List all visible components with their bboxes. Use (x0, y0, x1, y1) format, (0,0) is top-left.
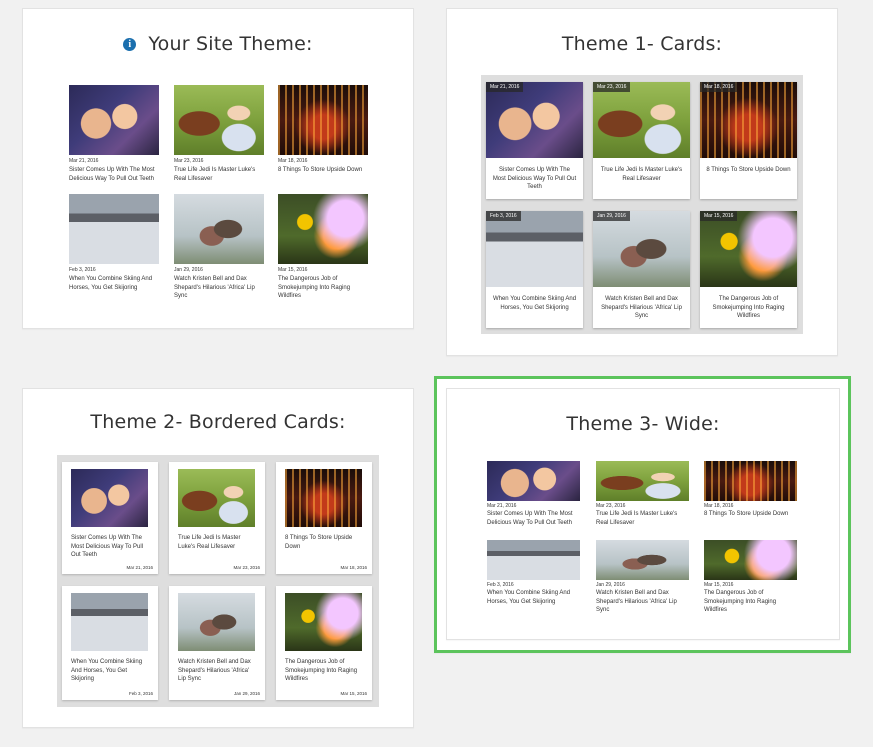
bordered-image-3 (71, 593, 148, 651)
wide-title-5[interactable]: The Dangerous Job of Smokejumping Into R… (704, 589, 799, 615)
wide-title-3[interactable]: When You Combine Skiing And Horses, You … (487, 589, 582, 606)
bordered-image-5 (285, 593, 362, 651)
bordered-title-2: 8 Things To Store Upside Down (285, 535, 353, 550)
post-title-0[interactable]: Sister Comes Up With The Most Delicious … (69, 166, 161, 183)
bordered-card-0[interactable]: Sister Comes Up With The Most Delicious … (62, 462, 158, 574)
theme-bordered-panel[interactable]: Theme 2- Bordered Cards: Sister Comes Up… (22, 388, 414, 728)
post-date-4: Jan 29, 2016 (174, 267, 203, 273)
bordered-date-5: Mar 15, 2016 (340, 691, 367, 696)
bordered-title-3: When You Combine Skiing And Horses, You … (71, 659, 143, 682)
info-icon: i (123, 38, 137, 51)
wide-image-1[interactable] (596, 461, 689, 501)
bordered-title-5: The Dangerous Job of Smokejumping Into R… (285, 659, 358, 682)
wide-image-4[interactable] (596, 540, 689, 580)
bordered-card-4[interactable]: Watch Kristen Bell and Dax Shepard's Hil… (169, 586, 265, 700)
site-theme-panel[interactable]: i Your Site Theme: Mar 21, 2016 Sister Co… (22, 8, 414, 329)
post-title-3[interactable]: When You Combine Skiing And Horses, You … (69, 275, 161, 292)
post-date-5: Mar 15, 2016 (278, 267, 308, 273)
card-image-4 (593, 211, 690, 287)
bordered-image-4 (178, 593, 255, 651)
bordered-card-3[interactable]: When You Combine Skiing And Horses, You … (62, 586, 158, 700)
bordered-card-1[interactable]: True Life Jedi Is Master Luke's Real Lif… (169, 462, 265, 574)
theme-bordered-title: Theme 2- Bordered Cards: (90, 411, 346, 433)
wide-image-0[interactable] (487, 461, 580, 501)
theme-wide-inner: Theme 3- Wide: Mar 21, 2016 Sister Comes… (446, 388, 840, 640)
wide-date-5: Mar 15, 2016 (704, 582, 734, 588)
card-image-1 (593, 82, 690, 158)
post-image-4[interactable] (174, 194, 264, 264)
cards-preview: Mar 21, 2016 Sister Comes Up With The Mo… (481, 75, 803, 334)
card-date-5: Mar 15, 2016 (700, 211, 738, 221)
card-title-5: The Dangerous Job of Smokejumping Into R… (712, 296, 785, 319)
wide-date-3: Feb 3, 2016 (487, 582, 514, 588)
wide-image-5[interactable] (704, 540, 797, 580)
card-title-2: 8 Things To Store Upside Down (706, 167, 791, 173)
card-4[interactable]: Jan 29, 2016 Watch Kristen Bell and Dax … (593, 211, 690, 328)
card-date-1: Mar 23, 2016 (593, 82, 631, 92)
bordered-image-1 (178, 469, 255, 527)
card-image-3 (486, 211, 583, 287)
card-date-0: Mar 21, 2016 (486, 82, 524, 92)
post-date-1: Mar 23, 2016 (174, 158, 204, 164)
card-date-2: Mar 18, 2016 (700, 82, 738, 92)
bordered-image-0 (71, 469, 148, 527)
wide-image-2[interactable] (704, 461, 797, 501)
card-title-0: Sister Comes Up With The Most Delicious … (492, 167, 577, 190)
wide-date-0: Mar 21, 2016 (487, 503, 517, 509)
bordered-card-5[interactable]: The Dangerous Job of Smokejumping Into R… (276, 586, 372, 700)
bordered-title-1: True Life Jedi Is Master Luke's Real Lif… (178, 535, 241, 550)
wide-date-1: Mar 23, 2016 (596, 503, 626, 509)
post-image-5[interactable] (278, 194, 368, 264)
wide-title-4[interactable]: Watch Kristen Bell and Dax Shepard's Hil… (596, 589, 691, 615)
post-date-2: Mar 18, 2016 (278, 158, 308, 164)
bordered-title-4: Watch Kristen Bell and Dax Shepard's Hil… (178, 659, 251, 682)
post-title-2[interactable]: 8 Things To Store Upside Down (278, 166, 370, 175)
theme-cards-title: Theme 1- Cards: (561, 33, 723, 55)
wide-title-0[interactable]: Sister Comes Up With The Most Delicious … (487, 510, 582, 527)
bordered-image-2 (285, 469, 362, 527)
bordered-date-3: Feb 3, 2016 (128, 691, 153, 696)
bordered-date-1: Mar 23, 2016 (233, 565, 260, 570)
bordered-card-2[interactable]: 8 Things To Store Upside Down Mar 18, 20… (276, 462, 372, 574)
card-3[interactable]: Feb 3, 2016 When You Combine Skiing And … (486, 211, 583, 328)
wide-image-3[interactable] (487, 540, 580, 580)
bordered-preview: Sister Comes Up With The Most Delicious … (57, 455, 379, 707)
card-date-4: Jan 29, 2016 (593, 211, 630, 221)
card-date-3: Feb 3, 2016 (486, 211, 521, 221)
bordered-date-4: Jan 29, 2016 (233, 691, 260, 696)
theme-wide-panel-selected[interactable]: Theme 3- Wide: Mar 21, 2016 Sister Comes… (434, 376, 851, 653)
wide-date-2: Mar 18, 2016 (704, 503, 734, 509)
bordered-date-0: Mar 21, 2016 (126, 565, 153, 570)
post-image-1[interactable] (174, 85, 264, 155)
card-image-2 (700, 82, 797, 158)
post-date-3: Feb 3, 2016 (69, 267, 96, 273)
wide-date-4: Jan 29, 2016 (596, 582, 625, 588)
card-5[interactable]: Mar 15, 2016 The Dangerous Job of Smokej… (700, 211, 797, 328)
card-image-5 (700, 211, 797, 287)
theme-wide-title: Theme 3- Wide: (566, 413, 720, 435)
post-image-2[interactable] (278, 85, 368, 155)
bordered-date-2: Mar 18, 2016 (340, 565, 367, 570)
card-1[interactable]: Mar 23, 2016 True Life Jedi Is Master Lu… (593, 82, 690, 199)
post-title-1[interactable]: True Life Jedi Is Master Luke's Real Lif… (174, 166, 266, 183)
card-0[interactable]: Mar 21, 2016 Sister Comes Up With The Mo… (486, 82, 583, 199)
theme-cards-panel[interactable]: Theme 1- Cards: Mar 21, 2016 Sister Come… (446, 8, 838, 356)
card-image-0 (486, 82, 583, 158)
card-2[interactable]: Mar 18, 2016 8 Things To Store Upside Do… (700, 82, 797, 199)
post-date-0: Mar 21, 2016 (69, 158, 99, 164)
wide-title-2[interactable]: 8 Things To Store Upside Down (704, 510, 799, 519)
post-title-5[interactable]: The Dangerous Job of Smokejumping Into R… (278, 275, 370, 301)
card-title-3: When You Combine Skiing And Horses, You … (492, 296, 577, 311)
bordered-title-0: Sister Comes Up With The Most Delicious … (71, 535, 144, 558)
post-image-0[interactable] (69, 85, 159, 155)
card-title-1: True Life Jedi Is Master Luke's Real Lif… (600, 167, 683, 182)
post-image-3[interactable] (69, 194, 159, 264)
site-theme-title: i Your Site Theme: (23, 33, 413, 55)
post-title-4[interactable]: Watch Kristen Bell and Dax Shepard's Hil… (174, 275, 266, 301)
wide-title-1[interactable]: True Life Jedi Is Master Luke's Real Lif… (596, 510, 691, 527)
card-title-4: Watch Kristen Bell and Dax Shepard's Hil… (601, 296, 682, 319)
